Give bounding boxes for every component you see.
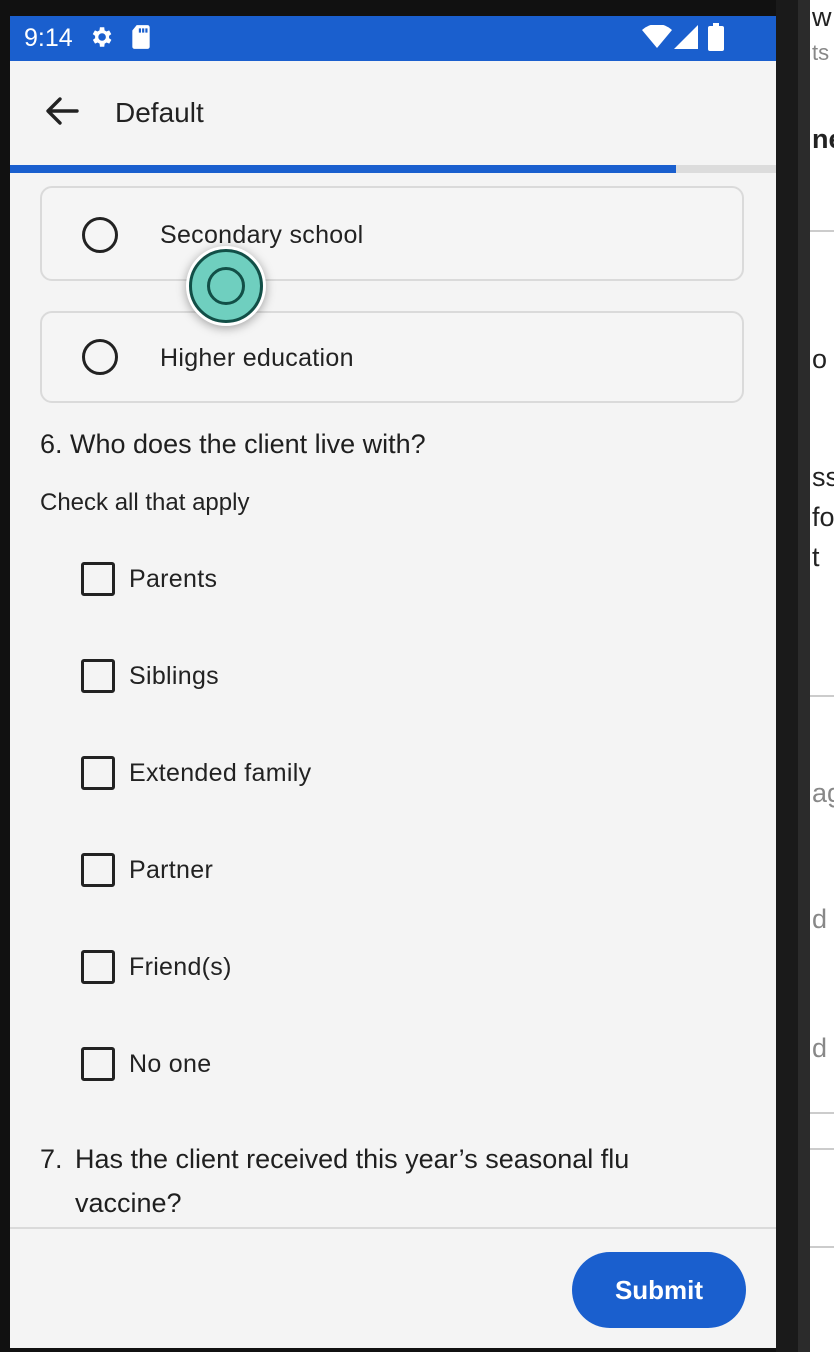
touch-indicator-core: [207, 267, 245, 305]
form-content[interactable]: Secondary school Higher education 6. Who…: [10, 173, 776, 1227]
checkbox[interactable]: [81, 756, 115, 790]
checkbox-partner[interactable]: Partner: [80, 842, 680, 902]
form-progress-fill: [10, 165, 677, 173]
checkbox-siblings[interactable]: Siblings: [80, 648, 680, 708]
app-bar: Default: [10, 61, 776, 165]
background-text: ts: [812, 40, 830, 65]
arrow-back-icon: [45, 96, 79, 131]
touch-indicator: [186, 246, 266, 326]
checkbox[interactable]: [81, 950, 115, 984]
sd-card-icon: [130, 24, 152, 55]
background-text: ag: [812, 778, 834, 808]
question-text-line: vaccine?: [75, 1188, 182, 1218]
checkbox[interactable]: [81, 562, 115, 596]
checkbox-friends[interactable]: Friend(s): [80, 939, 680, 999]
checkbox-label: Parents: [129, 565, 218, 593]
background-text: w: [812, 2, 832, 32]
status-bar: 9:14: [10, 16, 776, 61]
checkbox-parents[interactable]: Parents: [80, 551, 680, 611]
checkbox[interactable]: [81, 659, 115, 693]
wifi-icon: [642, 24, 672, 54]
checkbox-label: Friend(s): [129, 953, 232, 981]
question-6-title: 6. Who does the client live with?: [40, 429, 426, 459]
submit-button[interactable]: Submit: [572, 1252, 746, 1328]
page-title: Default: [115, 97, 204, 128]
radio-option-secondary-school[interactable]: Secondary school: [40, 186, 744, 281]
form-progress-bar: [10, 165, 776, 173]
checkbox[interactable]: [81, 1047, 115, 1081]
background-divider: [810, 1148, 834, 1150]
checkbox-label: Siblings: [129, 662, 219, 690]
background-text: d: [812, 1033, 828, 1063]
background-divider: [810, 1112, 834, 1114]
checkbox[interactable]: [81, 853, 115, 887]
background-divider: [810, 1246, 834, 1248]
checkbox-extended-family[interactable]: Extended family: [80, 745, 680, 805]
radio-button[interactable]: [82, 339, 118, 375]
background-text: d t: [812, 904, 834, 934]
question-text-line: Has the client received this year’s seas…: [75, 1144, 630, 1174]
checkbox-label: No one: [129, 1050, 212, 1078]
background-text: ne: [812, 124, 834, 154]
background-divider: [810, 230, 834, 232]
phone-screen: 9:14 Default Secondary school Higher edu…: [10, 16, 776, 1348]
checkbox-no-one[interactable]: No one: [80, 1036, 680, 1096]
background-text: o: [812, 344, 828, 374]
background-text: t: [812, 542, 820, 572]
gear-icon: [88, 24, 114, 55]
device-bezel: [798, 0, 810, 1352]
background-text: fo: [812, 502, 834, 532]
checkbox-label: Partner: [129, 856, 214, 884]
radio-option-label: Secondary school: [160, 221, 364, 249]
battery-icon: [708, 23, 724, 56]
background-divider: [810, 695, 834, 697]
back-button[interactable]: [34, 89, 90, 137]
checkbox-label: Extended family: [129, 759, 312, 787]
background-text: ss: [812, 462, 834, 492]
cell-signal-icon: [674, 25, 698, 54]
question-6-hint: Check all that apply: [40, 489, 250, 516]
status-time: 9:14: [24, 24, 73, 52]
question-number: 7.: [40, 1144, 63, 1174]
radio-button[interactable]: [82, 217, 118, 253]
bottom-action-bar: Submit: [10, 1227, 776, 1348]
background-window: w ts ne o ss fo t ag d t d: [776, 0, 834, 1352]
radio-option-higher-education[interactable]: Higher education: [40, 311, 744, 403]
radio-option-label: Higher education: [160, 344, 354, 372]
